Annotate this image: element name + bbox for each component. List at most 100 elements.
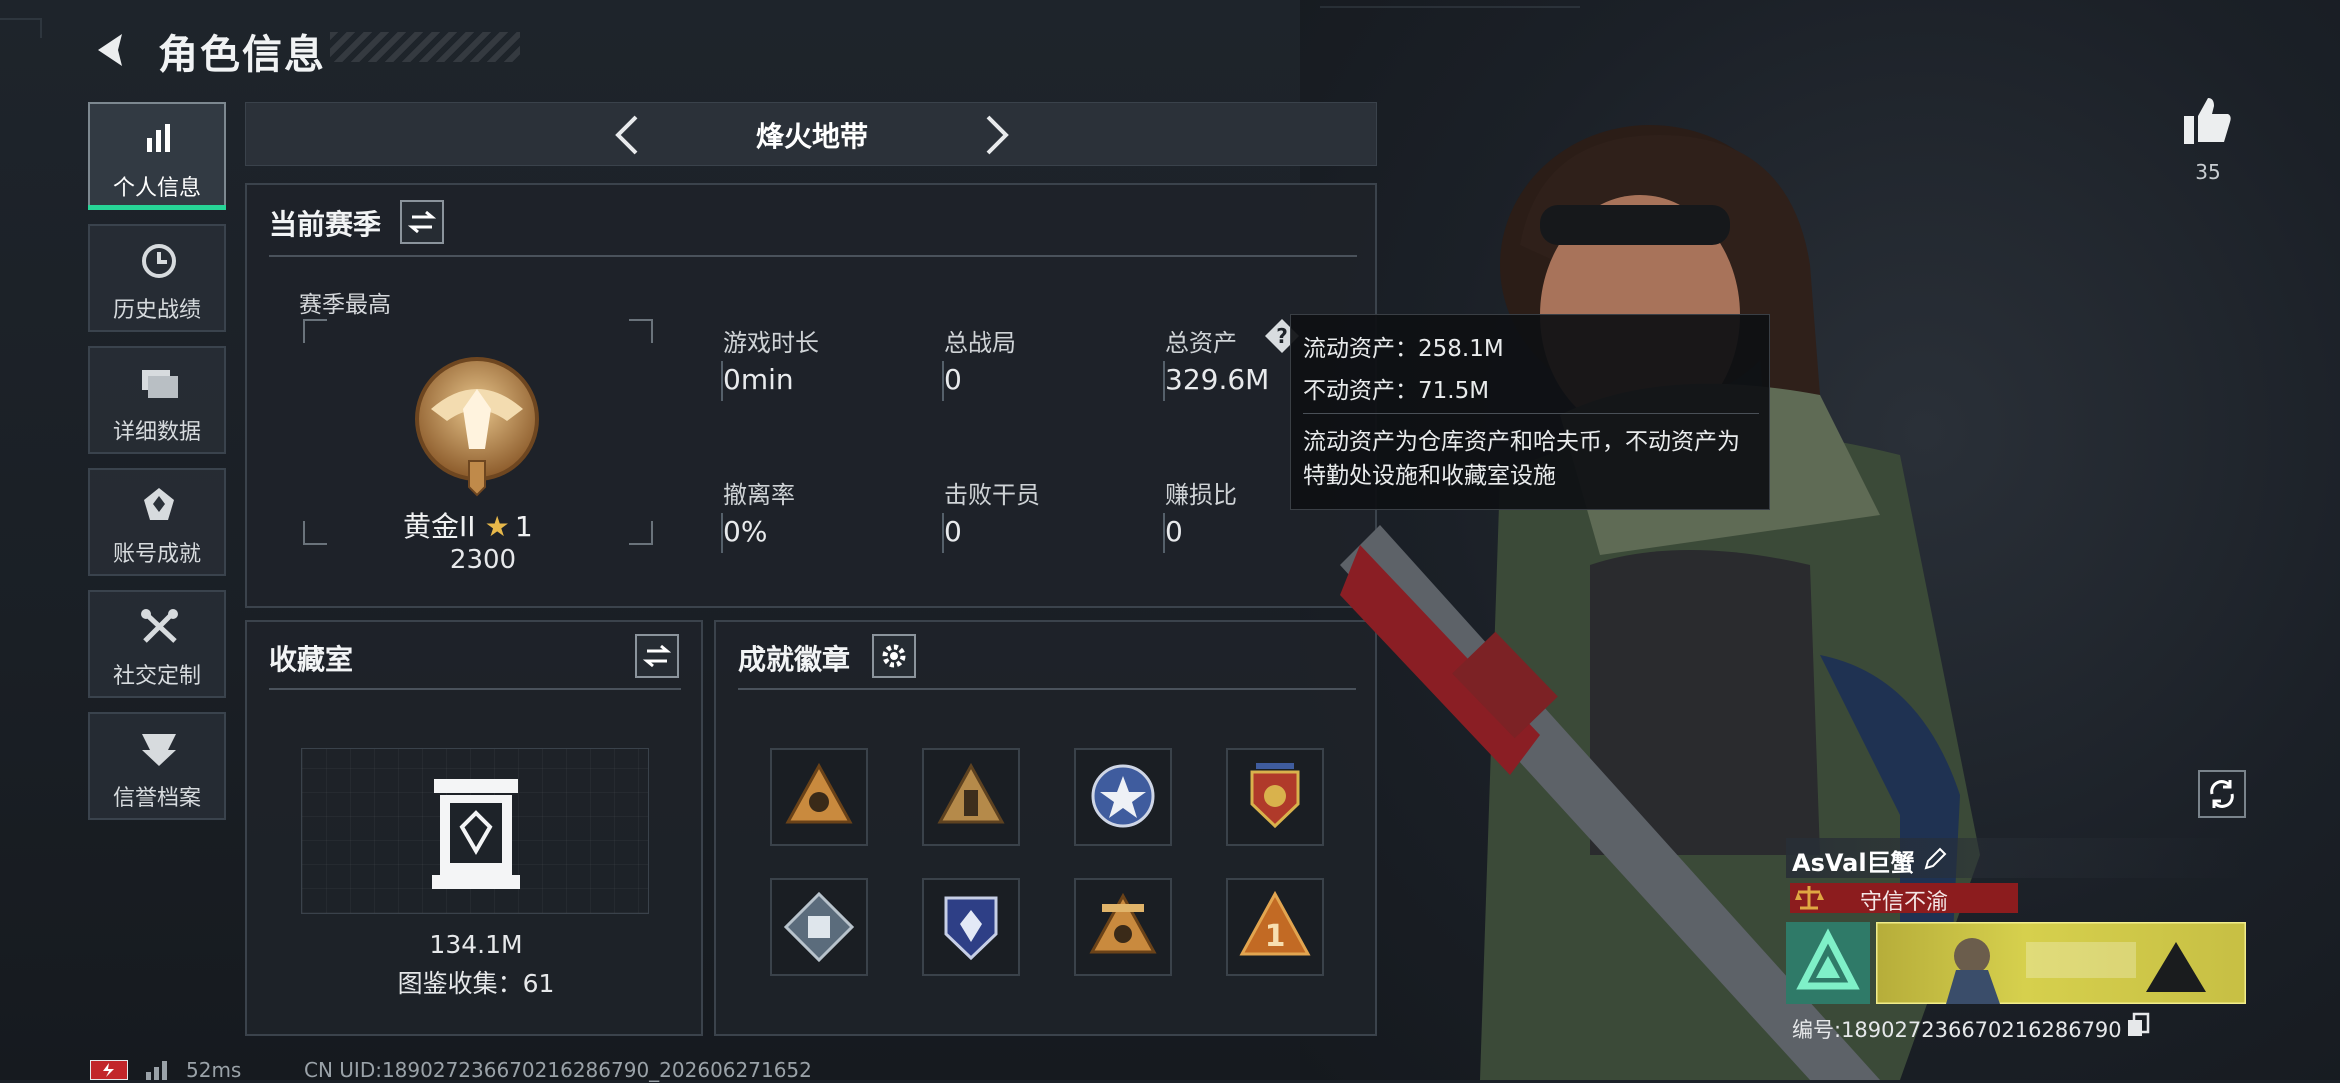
divider — [269, 688, 681, 690]
refresh-button[interactable] — [2198, 770, 2246, 818]
back-arrow-icon[interactable] — [88, 26, 136, 74]
badge-star-shield[interactable] — [1074, 748, 1172, 846]
edit-icon[interactable] — [1922, 846, 1948, 872]
sidebar-item-label: 社交定制 — [112, 664, 201, 689]
collection-switch-button[interactable] — [635, 634, 679, 678]
stat-label: 总资产 — [1165, 329, 1237, 357]
tooltip-description: 流动资产为仓库资产和哈夫币，不动资产为特勤处设施和收藏室设施 — [1303, 429, 1740, 489]
rank-stars: 1 — [514, 510, 533, 543]
sidebar-item-details[interactable]: 详细数据 — [88, 346, 226, 454]
tooltip-divider — [1303, 413, 1759, 414]
copy-icon[interactable] — [2126, 1012, 2150, 1038]
stat-label: 总战局 — [944, 329, 1016, 357]
svg-text:1: 1 — [1265, 919, 1286, 954]
clock-icon — [142, 244, 176, 278]
player-banner[interactable] — [1874, 920, 2248, 1006]
stat-value: 329.6M — [1165, 363, 1270, 396]
hud-line — [0, 18, 40, 20]
stat-label: 击败干员 — [944, 481, 1040, 509]
divider — [269, 255, 1357, 257]
collection-catalog: 图鉴收集：61 — [397, 969, 555, 998]
sidebar-item-label: 个人信息 — [112, 176, 201, 201]
soldier-triangle-icon — [937, 762, 1005, 824]
collection-title: 收藏室 — [269, 643, 354, 676]
sidebar-item-personal-info[interactable]: 个人信息 — [88, 102, 226, 210]
display-case-icon — [432, 779, 520, 889]
cube-diamond-icon — [783, 891, 855, 963]
mode-selector: 烽火地带 — [245, 102, 1377, 166]
player-rank-tile — [1786, 922, 1870, 1004]
collection-panel[interactable]: 收藏室 134.1M 图鉴收集：61 — [245, 620, 703, 1036]
bar-chart-icon — [147, 124, 170, 152]
title-decoration — [330, 32, 520, 62]
badge-eagle-shield[interactable] — [1226, 748, 1324, 846]
player-uid: 编号:18902723667021628​6790 — [1792, 1018, 2122, 1042]
sidebar-item-history[interactable]: 历史战绩 — [88, 224, 226, 332]
hud-line — [1320, 6, 1580, 8]
rank-name: 黄金II — [403, 510, 476, 543]
stat-label: 游戏时长 — [723, 329, 819, 357]
divider — [738, 688, 1356, 690]
mode-title: 烽火地带 — [755, 120, 868, 153]
sidebar-item-achievements[interactable]: 账号成就 — [88, 468, 226, 576]
badge-cube-diamond[interactable] — [770, 878, 868, 976]
sidebar-item-label: 信誉档案 — [112, 786, 201, 811]
star-icon: ★ — [484, 510, 510, 543]
crystal-shield-icon — [944, 896, 998, 961]
hand-triangle-icon — [785, 762, 853, 824]
achievements-panel: 成就徽章 1 — [714, 620, 1377, 1036]
stat-value: 0 — [944, 515, 962, 548]
season-panel: 当前赛季 赛季最高 黄金II ★ 1 2300 游戏时长 0min 总战局 0 … — [245, 183, 1377, 608]
swap-icon — [407, 210, 437, 234]
svg-text:?: ? — [1276, 324, 1288, 348]
achievements-settings-button[interactable] — [872, 634, 916, 678]
stat-value: 0% — [723, 515, 768, 548]
sidebar-item-label: 账号成就 — [112, 542, 201, 567]
next-mode-button[interactable] — [976, 113, 1016, 157]
sidebar-item-social[interactable]: 社交定制 — [88, 590, 226, 698]
player-motto: 守信不渝 — [1859, 890, 1948, 915]
stat-value: 0 — [944, 363, 962, 396]
achievement-icon — [144, 488, 174, 520]
ping-text: 52ms — [186, 1058, 242, 1082]
collection-preview — [301, 748, 649, 914]
assets-tooltip: 流动资产：258.1M 不动资产：71.5M 流动资产为仓库资产和哈夫币，不动资… — [1290, 314, 1770, 510]
battery-icon — [90, 1060, 128, 1080]
stat-label: 撤离率 — [723, 481, 795, 509]
like-count: 35 — [2195, 160, 2221, 184]
rank-score: 2300 — [449, 545, 517, 575]
green-triangle-icon — [1796, 928, 1860, 990]
season-title: 当前赛季 — [269, 208, 382, 241]
signal-icon — [146, 1061, 167, 1080]
eagle-shield-icon — [1250, 763, 1300, 829]
sidebar-item-credit[interactable]: 信誉档案 — [88, 712, 226, 820]
tooltip-liquid-assets: 流动资产：258.1M — [1303, 336, 1504, 362]
badge-crystal-shield[interactable] — [922, 878, 1020, 976]
rank-line: 黄金II ★ 1 — [403, 505, 633, 545]
thumbs-up-icon[interactable] — [2182, 96, 2234, 146]
badge-skull-triangle[interactable] — [1074, 878, 1172, 976]
footer-uid: CN UID:18902723667021628​6790_2026062716… — [304, 1058, 812, 1082]
banner-artwork — [1874, 920, 2248, 1006]
badge-number-one-triangle[interactable]: 1 — [1226, 878, 1324, 976]
skull-triangle-icon — [1089, 892, 1157, 954]
page-title: 角色信息 — [158, 32, 326, 78]
stat-label: 赚损比 — [1165, 481, 1237, 509]
hud-line — [40, 18, 42, 38]
tools-icon — [141, 609, 178, 643]
stat-value: 0 — [1165, 515, 1183, 548]
badge-hand-triangle[interactable] — [770, 748, 868, 846]
stat-value: 0min — [723, 363, 794, 396]
sidebar-item-label: 详细数据 — [112, 420, 201, 445]
collection-value: 134.1M — [429, 930, 523, 959]
refresh-icon — [2210, 780, 2234, 808]
star-shield-icon — [1091, 764, 1155, 828]
achievements-title: 成就徽章 — [738, 643, 851, 676]
swap-icon — [642, 644, 672, 668]
sidebar-item-label: 历史战绩 — [112, 298, 201, 323]
player-name: AsVal巨蟹 — [1792, 849, 1915, 877]
badge-soldier-triangle[interactable] — [922, 748, 1020, 846]
number-one-triangle-icon: 1 — [1239, 890, 1311, 956]
season-switch-button[interactable] — [400, 200, 444, 244]
season-best-label: 赛季最高 — [299, 292, 391, 318]
